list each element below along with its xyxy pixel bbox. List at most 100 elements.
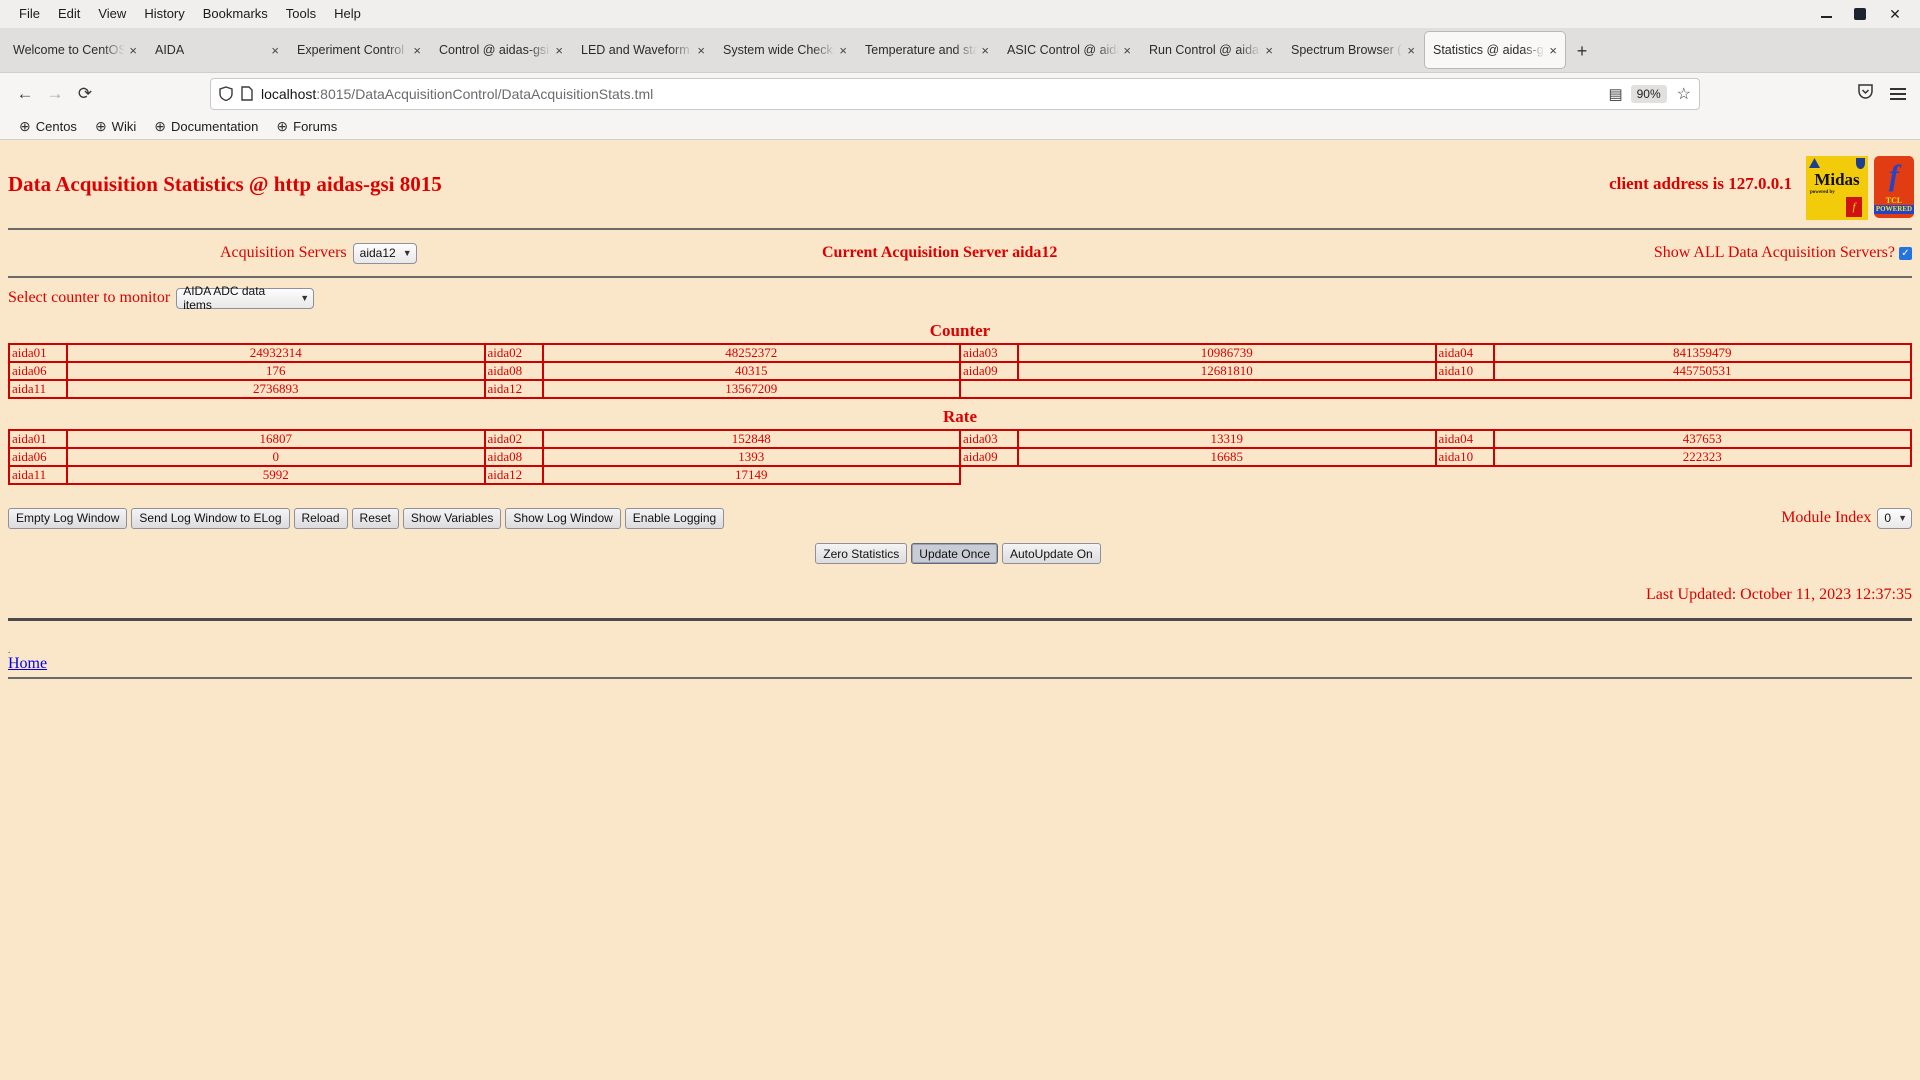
tab-close-icon[interactable]: × [1407, 43, 1415, 58]
tab-spectrum-browser[interactable]: Spectrum Browser (@ × [1283, 32, 1423, 68]
tab-aida[interactable]: AIDA × [147, 32, 287, 68]
bookmark-label: Wiki [111, 119, 137, 134]
toolbar-right [1857, 83, 1910, 105]
bookmark-star-icon[interactable]: ☆ [1677, 84, 1691, 104]
midas-logo-subtext: powered by [1810, 190, 1835, 195]
stat-name-cell: aida01 [8, 429, 68, 449]
tab-close-icon[interactable]: × [129, 43, 137, 58]
page-content: Data Acquisition Statistics @ http aidas… [0, 140, 1920, 1080]
tab-control-aidas-gsi[interactable]: Control @ aidas-gsi × [431, 32, 571, 68]
zero-statistics-button[interactable]: Zero Statistics [815, 543, 908, 564]
pocket-icon[interactable] [1857, 83, 1874, 105]
tab-run-control-aidas[interactable]: Run Control @ aidas- × [1141, 32, 1281, 68]
bookmark-wiki[interactable]: ⊕ Wiki [86, 118, 145, 135]
counter-heading: Counter [929, 321, 991, 340]
module-index-select[interactable]: 0 ▼ [1877, 507, 1912, 529]
page-info-icon[interactable] [241, 86, 253, 101]
tab-asic-control-aidas[interactable]: ASIC Control @ aidas × [999, 32, 1139, 68]
menu-item-tools[interactable]: Tools [277, 0, 325, 28]
menu-item-bookmarks[interactable]: Bookmarks [194, 0, 277, 28]
acquisition-server-select[interactable]: aida12 ▼ [352, 242, 417, 264]
stat-value-cell: 17149 [541, 465, 961, 485]
zoom-level-badge[interactable]: 90% [1630, 84, 1667, 103]
update-once-button[interactable]: Update Once [911, 543, 998, 564]
window-menubar: File Edit View History Bookmarks Tools Help ✕ [0, 0, 1920, 28]
empty-cell [959, 379, 1912, 399]
tab-experiment-control-c[interactable]: Experiment Control (C × [289, 32, 429, 68]
menu-item-view[interactable]: View [89, 0, 135, 28]
close-icon[interactable]: ✕ [1888, 6, 1902, 22]
select-counter-label: Select counter to monitor [8, 289, 171, 306]
url-text: localhost:8015/DataAcquisitionControl/Da… [261, 86, 1608, 102]
show-variables-button[interactable]: Show Variables [402, 507, 502, 529]
tab-led-and-waveform-c[interactable]: LED and Waveform c × [573, 32, 713, 68]
tab-close-icon[interactable]: × [1549, 43, 1557, 58]
chevron-down-icon: ▼ [1898, 513, 1907, 523]
stat-name-cell: aida10 [1434, 447, 1495, 467]
shield-icon[interactable] [219, 86, 233, 101]
tab-system-wide-checks[interactable]: System wide Checks × [715, 32, 855, 68]
tab-close-icon[interactable]: × [1123, 43, 1131, 58]
new-tab-button[interactable]: + [1568, 37, 1596, 65]
back-icon[interactable]: ← [10, 79, 40, 109]
midas-shield-icon [1856, 158, 1865, 169]
bookmark-documentation[interactable]: ⊕ Documentation [145, 118, 267, 135]
menu-item-history[interactable]: History [135, 0, 193, 28]
stat-name-cell: aida12 [483, 379, 544, 399]
midas-logo-text: Midas [1814, 170, 1860, 189]
chevron-down-icon: ▼ [300, 293, 310, 303]
send-log-window-to-elog-button[interactable]: Send Log Window to ELog [131, 507, 290, 529]
minimize-icon[interactable] [1821, 10, 1832, 18]
counter-table: aida01 24932314 aida02 48252372 aida03 109867… [8, 343, 1912, 399]
forward-icon[interactable]: → [40, 79, 70, 109]
menu-hamburger-icon[interactable] [1890, 87, 1906, 100]
footer-divider [8, 618, 1912, 621]
bookmarks-toolbar: ⊕ Centos ⊕ Wiki ⊕ Documentation ⊕ Forums [0, 114, 1920, 140]
tab-statistics-aidas-gsi[interactable]: Statistics @ aidas-gsi × [1425, 32, 1565, 68]
bookmark-centos[interactable]: ⊕ Centos [10, 118, 86, 135]
tab-close-icon[interactable]: × [413, 43, 421, 58]
tab-close-icon[interactable]: × [1265, 43, 1273, 58]
menu-item-help[interactable]: Help [325, 0, 370, 28]
stat-name-cell: aida04 [1434, 343, 1495, 363]
tab-close-icon[interactable]: × [839, 43, 847, 58]
tab-temperature-and-stat[interactable]: Temperature and stat × [857, 32, 997, 68]
show-all-servers-label: Show ALL Data Acquisition Servers? [1653, 244, 1895, 261]
tab-label: LED and Waveform c [581, 43, 694, 57]
counter-type-value: AIDA ADC data items [183, 284, 266, 312]
bookmark-forums[interactable]: ⊕ Forums [267, 118, 346, 135]
log-buttons-row: Empty Log Window Send Log Window to ELog R… [0, 505, 1920, 531]
reset-button[interactable]: Reset [351, 507, 399, 529]
enable-logging-button[interactable]: Enable Logging [624, 507, 725, 529]
tab-close-icon[interactable]: × [555, 43, 563, 58]
show-log-window-button[interactable]: Show Log Window [505, 507, 621, 529]
tab-close-icon[interactable]: × [981, 43, 989, 58]
home-link[interactable]: Home [8, 655, 47, 672]
autoupdate-on-button[interactable]: AutoUpdate On [1002, 543, 1101, 564]
show-all-checkbox[interactable]: ✓ [1899, 246, 1912, 260]
navigation-toolbar: ← → ⟳ localhost:8015/DataAcquisitionCont… [0, 72, 1920, 114]
chevron-down-icon: ▼ [402, 248, 412, 258]
current-server-text: Current Acquisition Server aida12 [822, 244, 1058, 261]
tab-close-icon[interactable]: × [697, 43, 705, 58]
globe-icon: ⊕ [154, 118, 166, 134]
stat-value-cell: 445750531 [1492, 361, 1912, 381]
url-bar[interactable]: localhost:8015/DataAcquisitionControl/Da… [210, 77, 1700, 110]
reload-button[interactable]: Reload [293, 507, 348, 529]
tab-welcome-to-centos[interactable]: Welcome to CentOS × [5, 32, 145, 68]
counter-select-row: Select counter to monitor AIDA ADC data … [0, 278, 1920, 318]
empty-log-window-button[interactable]: Empty Log Window [8, 507, 128, 529]
stat-name-cell: aida02 [483, 429, 544, 449]
counter-type-select[interactable]: AIDA ADC data items ▼ [176, 284, 315, 312]
tab-close-icon[interactable]: × [271, 43, 279, 58]
stat-value-cell: 437653 [1492, 429, 1912, 449]
tab-label: AIDA [155, 43, 185, 57]
reload-icon[interactable]: ⟳ [70, 79, 100, 109]
menu-item-edit[interactable]: Edit [49, 0, 89, 28]
module-index-label: Module Index [1781, 509, 1872, 526]
reader-mode-icon[interactable]: ▤ [1608, 85, 1622, 103]
url-path: :8015/DataAcquisitionControl/DataAcquisi… [316, 85, 654, 102]
stat-name-cell: aida11 [8, 465, 68, 485]
menu-item-file[interactable]: File [10, 0, 49, 28]
maximize-icon[interactable] [1854, 8, 1866, 20]
